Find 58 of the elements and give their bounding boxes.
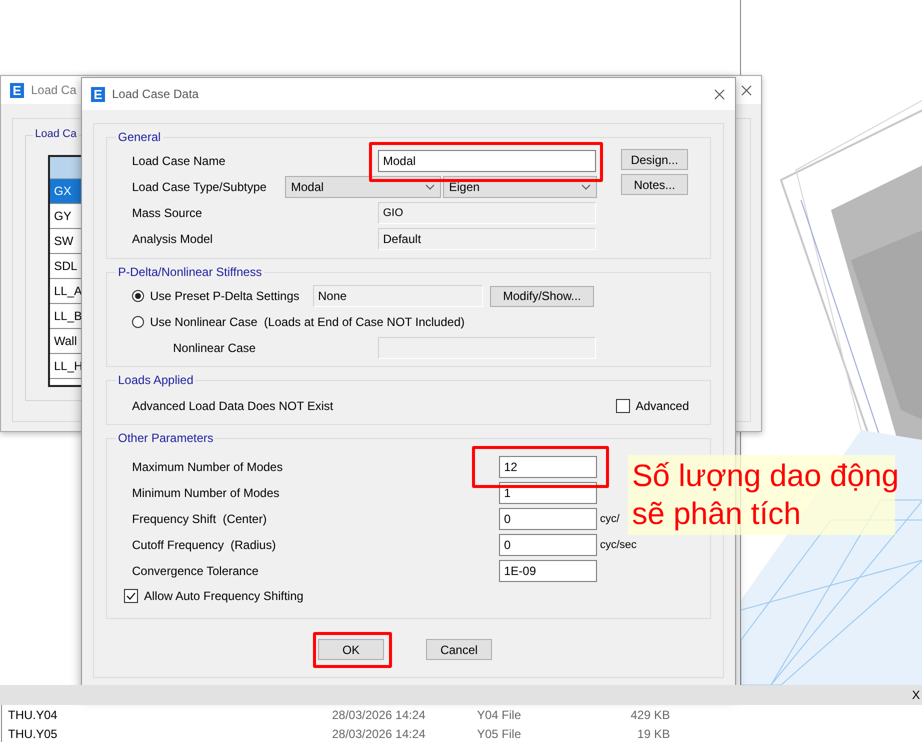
number-field[interactable]: 1E-09: [499, 560, 597, 582]
window-title: Load Ca: [31, 83, 76, 97]
dialog-button[interactable]: Design...: [621, 149, 688, 170]
modify-button[interactable]: Modify/Show...: [490, 286, 594, 306]
field-label: Load Case Type/Subtype: [132, 180, 268, 194]
field-label: Analysis Model: [132, 232, 214, 246]
file-name[interactable]: THU.Y04: [2, 708, 332, 722]
group-title: Other Parameters: [117, 431, 214, 445]
annotation-note: Số lượng dao động sẽ phân tích: [628, 455, 895, 535]
pdelta-field: None: [313, 285, 483, 307]
dialog-button[interactable]: Cancel: [426, 639, 492, 660]
number-field[interactable]: 0: [499, 508, 597, 530]
radio-label: Use Nonlinear Case (Loads at End of Case NOT Included): [150, 315, 465, 329]
analysis-model-field: Default: [378, 228, 596, 250]
group-title: P-Delta/Nonlinear Stiffness: [117, 265, 263, 279]
window-title: Load Case Data: [112, 87, 199, 101]
unit-label: cyc/sec: [600, 539, 637, 551]
group-title: General: [117, 130, 162, 144]
app-icon: E: [10, 82, 24, 98]
close-icon[interactable]: [741, 85, 752, 96]
group-title: Loads Applied: [117, 373, 194, 387]
radio-button[interactable]: [132, 290, 144, 302]
close-icon[interactable]: [714, 89, 725, 100]
type-dropdown[interactable]: Modal: [285, 176, 441, 198]
field-label: Minimum Number of Modes: [132, 486, 280, 500]
field-label: Convergence Tolerance: [132, 564, 260, 578]
checkbox[interactable]: [124, 589, 138, 603]
number-field[interactable]: 0: [499, 534, 597, 556]
dialog-button[interactable]: OK: [318, 639, 384, 660]
field-label: Frequency Shift (Center): [132, 512, 268, 526]
checkbox-label: Advanced: [636, 399, 689, 413]
field-label: Nonlinear Case: [172, 341, 257, 355]
group-label: Load Ca: [33, 128, 79, 140]
file-name[interactable]: THU.Y05: [2, 726, 332, 740]
unit-label: cyc/: [600, 513, 620, 525]
dialog-button[interactable]: Notes...: [621, 174, 688, 195]
field-label: Mass Source: [132, 206, 204, 220]
field-label: Cutoff Frequency (Radius): [132, 538, 277, 552]
field-label: Load Case Name: [132, 154, 226, 168]
radio-button[interactable]: [132, 316, 144, 328]
chevron-icon: [581, 184, 591, 190]
number-field[interactable]: 12: [499, 456, 597, 478]
file-type: Y04 File: [477, 708, 522, 722]
name-field[interactable]: Modal: [378, 150, 596, 172]
chevron-icon: [425, 184, 435, 190]
file-type: Y05 File: [477, 726, 522, 740]
close-button[interactable]: X: [912, 688, 920, 702]
app-icon: E: [91, 86, 105, 102]
field-label: Maximum Number of Modes: [132, 460, 284, 474]
file-size: 429 KB: [630, 708, 670, 722]
file-date: 28/03/2026 14:24: [332, 726, 426, 740]
radio-label: Use Preset P-Delta Settings: [150, 289, 300, 303]
file-size: 19 KB: [636, 726, 670, 740]
file-date: 28/03/2026 14:24: [332, 708, 426, 722]
mass-source-field: GIO: [378, 202, 596, 224]
checkbox[interactable]: [616, 399, 630, 413]
status-text: Advanced Load Data Does NOT Exist: [132, 399, 334, 413]
checkbox-label: Allow Auto Frequency Shifting: [144, 589, 304, 603]
